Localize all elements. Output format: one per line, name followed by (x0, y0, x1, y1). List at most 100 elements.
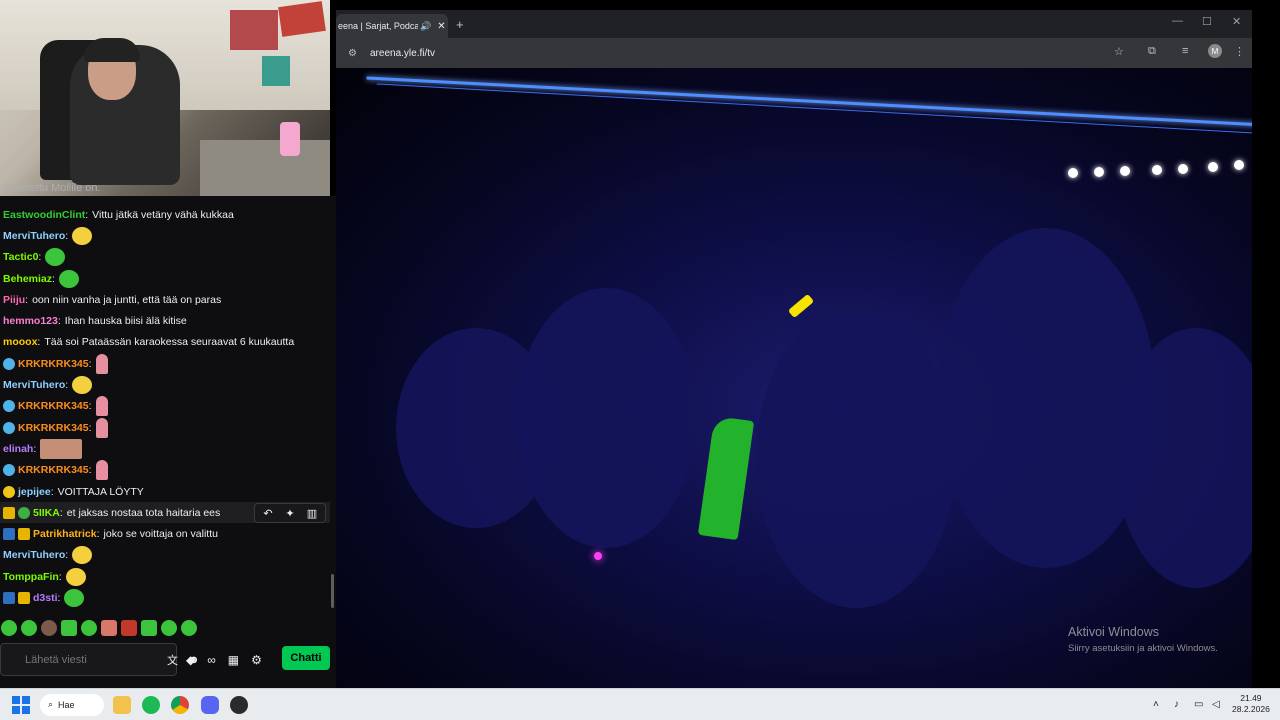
tab-title: eena | Sarjat, Podcast (338, 21, 418, 31)
cat-badge-icon[interactable] (3, 421, 15, 434)
pin-icon[interactable]: ✦ (280, 505, 300, 521)
webcam-poster-2 (262, 56, 290, 86)
network-icon[interactable]: ▭ (1194, 699, 1203, 710)
chat-username[interactable]: KRKRKRK345 (18, 422, 89, 434)
chat-input[interactable] (25, 653, 167, 666)
chat-username[interactable]: mooox (3, 336, 37, 348)
chat-username[interactable]: MerviTuhero (3, 549, 65, 561)
emote-icon (95, 460, 108, 481)
emote-icon[interactable] (181, 620, 197, 636)
media-controls-icon[interactable]: ≡ (1182, 45, 1188, 57)
chat-input-box[interactable]: 文 ☻ (0, 643, 200, 676)
address-bar[interactable]: ⚙ areena.yle.fi/tv (344, 41, 1144, 65)
chat-scrollbar[interactable] (331, 574, 334, 608)
chat-send-button[interactable]: Chatti (282, 646, 330, 670)
spotify-icon[interactable] (142, 696, 160, 714)
crowd-shape (516, 288, 696, 548)
chat-message: Patrikhatrick: joko se voittaja on valit… (0, 523, 330, 544)
chat-message: EastwoodinClint: Vittu jätkä vetäny vähä… (3, 208, 234, 221)
bookmark-star-icon[interactable]: ☆ (1114, 45, 1124, 58)
chat-message: Piiju: oon niin vanha ja juntti, että tä… (3, 293, 222, 306)
chat-username[interactable]: Patrikhatrick (33, 528, 97, 540)
menu-kebab-icon[interactable]: ⋮ (1234, 45, 1245, 58)
file-explorer-icon[interactable] (113, 696, 131, 714)
chat-username[interactable]: KRKRKRK345 (18, 464, 89, 476)
chat-username[interactable]: EastwoodinClint (3, 209, 85, 221)
windows-start-icon[interactable] (12, 696, 30, 714)
volume-icon[interactable]: ◁ (1212, 699, 1220, 710)
chat-message: KRKRKRK345: (0, 396, 330, 417)
discord-icon[interactable] (201, 696, 219, 714)
close-icon[interactable]: ✕ (437, 21, 445, 32)
translate-icon[interactable]: 文 (167, 653, 178, 667)
settings-gear-icon[interactable]: ⚙ (251, 653, 262, 667)
bits-icon[interactable]: ◆ (186, 653, 195, 667)
emote-icon[interactable] (61, 620, 77, 636)
chat-username[interactable]: Tactic0 (3, 251, 38, 263)
maximize-icon[interactable]: ☐ (1202, 15, 1212, 28)
chat-username[interactable]: jepijee (18, 486, 51, 498)
emote-icon[interactable] (121, 620, 137, 636)
chat-username[interactable]: Behemiaz (3, 273, 52, 285)
taskbar-search[interactable]: ⌕ Hae (40, 694, 104, 716)
chat-username[interactable]: MerviTuhero (3, 379, 65, 391)
crown-badge-icon[interactable] (18, 591, 30, 604)
chevron-up-icon[interactable]: ˄ (1153, 699, 1159, 710)
site-settings-icon[interactable]: ⚙ (348, 48, 362, 59)
url-text[interactable]: areena.yle.fi/tv (370, 48, 435, 59)
extensions-puzzle-icon[interactable]: ⧉ (1148, 45, 1156, 58)
emote-icon[interactable] (41, 620, 57, 636)
window-close-icon[interactable]: ✕ (1232, 15, 1241, 28)
speaker-icon[interactable]: 🔊 (420, 21, 431, 32)
infinity-icon[interactable]: ∞ (207, 653, 216, 667)
emote-icon[interactable] (161, 620, 177, 636)
chat-tools: ◆ ∞ ▦ ⚙ (186, 643, 262, 676)
chat-message: Behemiaz: (0, 268, 330, 289)
chat-username[interactable]: elinah (3, 443, 33, 455)
profile-avatar[interactable]: M (1208, 44, 1222, 58)
mod-badge-icon[interactable] (3, 591, 15, 604)
stage-light-beam (366, 76, 1252, 127)
gift-badge-icon[interactable] (18, 506, 30, 519)
emote-icon (64, 588, 85, 607)
delete-icon[interactable]: ▥ (302, 505, 322, 521)
video-player[interactable]: Aktivoi Windows Siirry asetuksiin ja akt… (336, 68, 1252, 688)
store-icon[interactable]: ▦ (228, 653, 239, 667)
chrome-icon[interactable] (171, 696, 189, 714)
microphone-tray-icon[interactable]: ♪ (1174, 699, 1179, 710)
chat-username[interactable]: KRKRKRK345 (18, 358, 89, 370)
stage-spotlight (1152, 165, 1162, 175)
new-tab-plus-icon[interactable]: + (456, 17, 464, 32)
crown-badge-icon[interactable] (3, 506, 15, 519)
chat-username[interactable]: KRKRKRK345 (18, 400, 89, 412)
webcam-person-cap (84, 38, 140, 62)
chat-username[interactable]: TomppaFin (3, 571, 59, 583)
chat-username[interactable]: Piiju (3, 294, 25, 306)
emote-icon[interactable] (101, 620, 117, 636)
stage-spotlight (1068, 168, 1078, 178)
emote-icon[interactable] (141, 620, 157, 636)
reply-icon[interactable]: ↶ (258, 505, 278, 521)
chat-messages: EastwoodinClint: Vittu jätkä vetäny vähä… (0, 204, 330, 609)
cat-badge-icon[interactable] (3, 464, 15, 477)
emote-icon[interactable] (1, 620, 17, 636)
chat-username[interactable]: d3sti (33, 592, 58, 604)
taskbar-clock[interactable]: 21.49 28.2.2026 (1232, 693, 1270, 715)
webcam-sign (278, 1, 326, 37)
stage-spotlight (1234, 160, 1244, 170)
tag-badge-icon[interactable] (3, 485, 15, 498)
crown-badge-icon[interactable] (18, 528, 30, 541)
emote-icon[interactable] (81, 620, 97, 636)
cat-badge-icon[interactable] (3, 400, 15, 413)
chat-username[interactable]: 5IIKA (33, 507, 60, 519)
emote-icon[interactable] (21, 620, 37, 636)
right-black-strip (1252, 0, 1280, 688)
tab-areena[interactable]: eena | Sarjat, Podcast 🔊 ✕ (336, 14, 448, 38)
chat-username[interactable]: MerviTuhero (3, 230, 65, 242)
minimize-icon[interactable]: — (1172, 15, 1183, 27)
chat-message: elinah: (0, 438, 330, 459)
cat-badge-icon[interactable] (3, 357, 15, 370)
obs-icon[interactable] (230, 696, 248, 714)
chat-username[interactable]: hemmo123 (3, 315, 58, 327)
mod-badge-icon[interactable] (3, 528, 15, 541)
